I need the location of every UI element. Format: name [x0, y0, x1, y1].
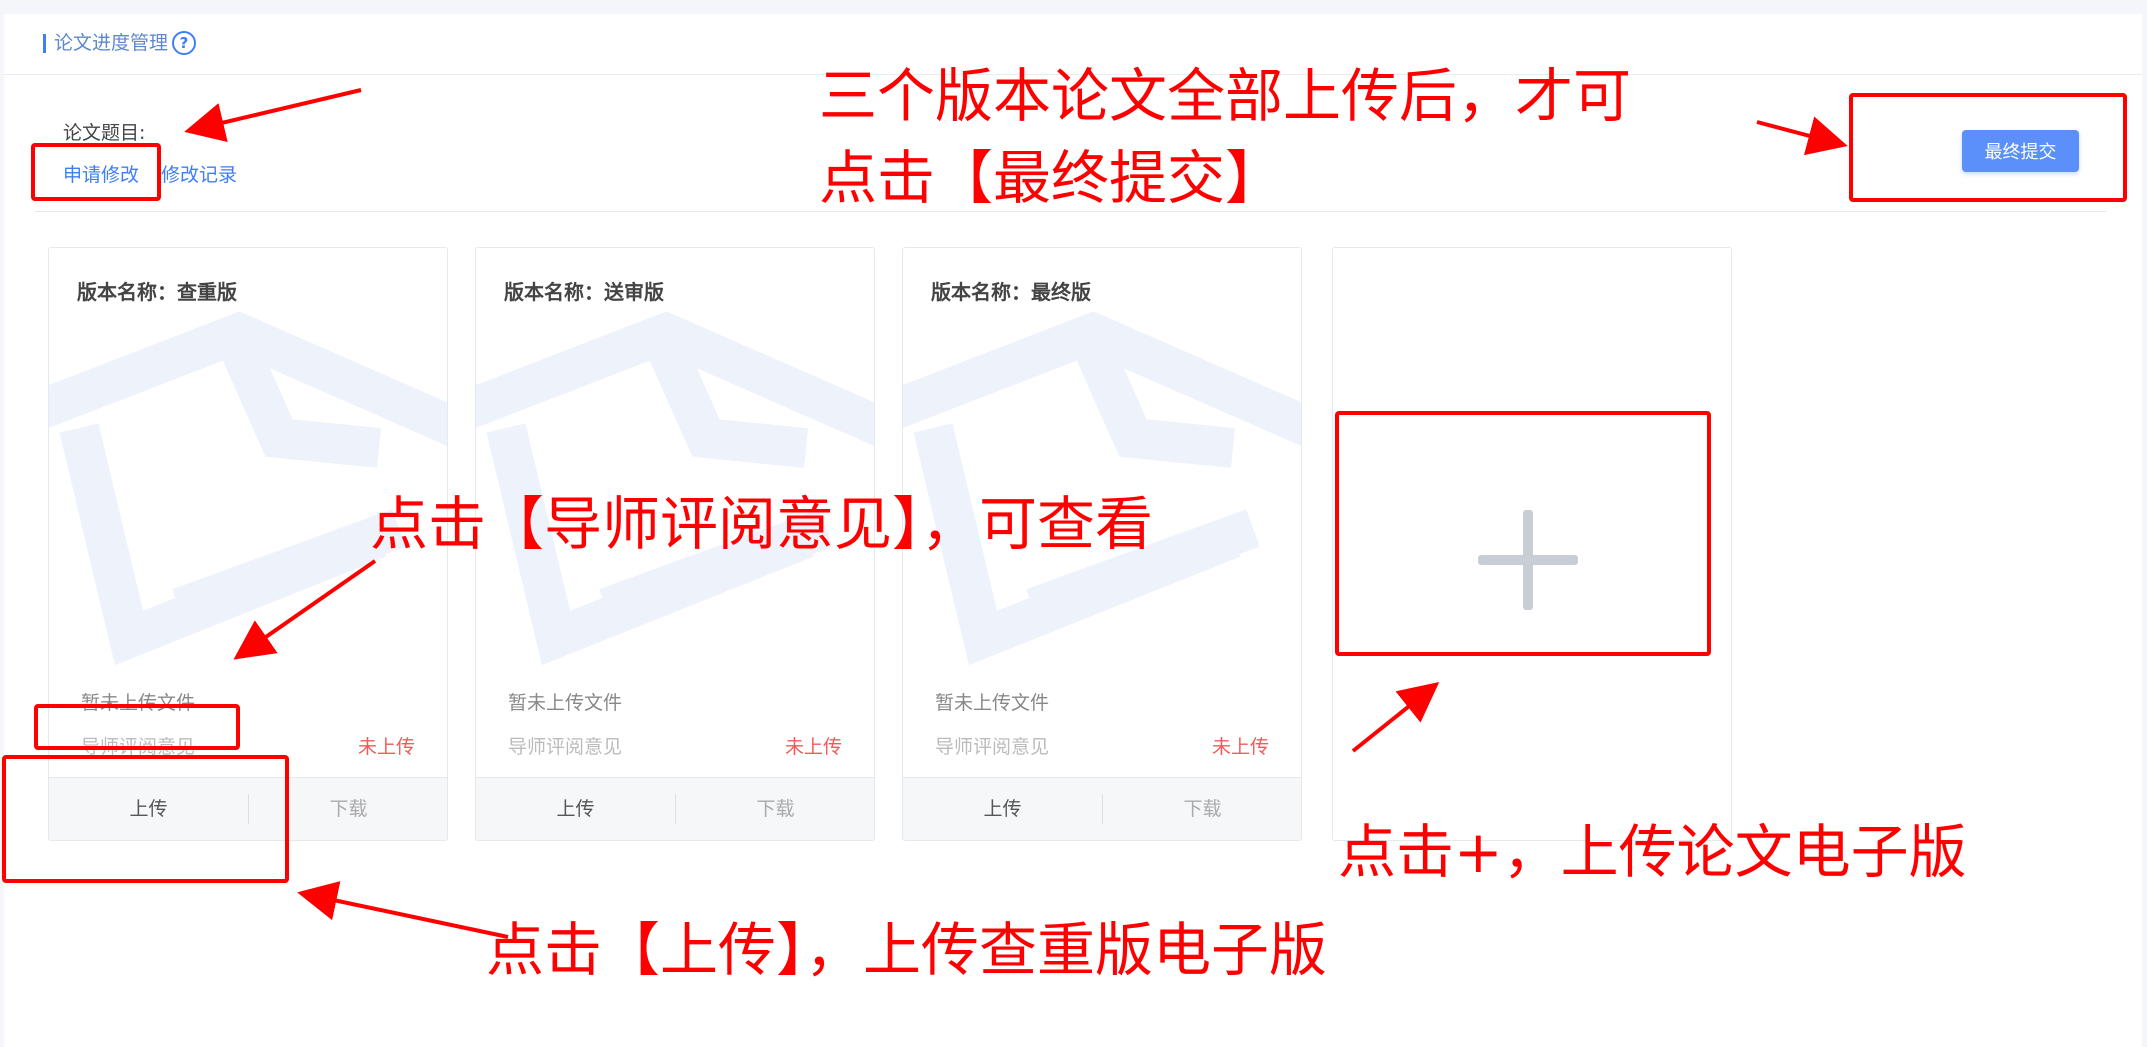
annotation-final-line1: 三个版本论文全部上传后，才可	[819, 62, 1632, 130]
annotation-add-note: 点击+，上传论文电子版	[1338, 818, 1967, 886]
annotation-upload-note: 点击【上传】，上传查重版电子版	[486, 916, 1328, 984]
annotation-review-note: 点击【导师评阅意见】，可查看	[370, 490, 1154, 558]
annotation-final-line2: 点击【最终提交】	[819, 144, 1284, 212]
